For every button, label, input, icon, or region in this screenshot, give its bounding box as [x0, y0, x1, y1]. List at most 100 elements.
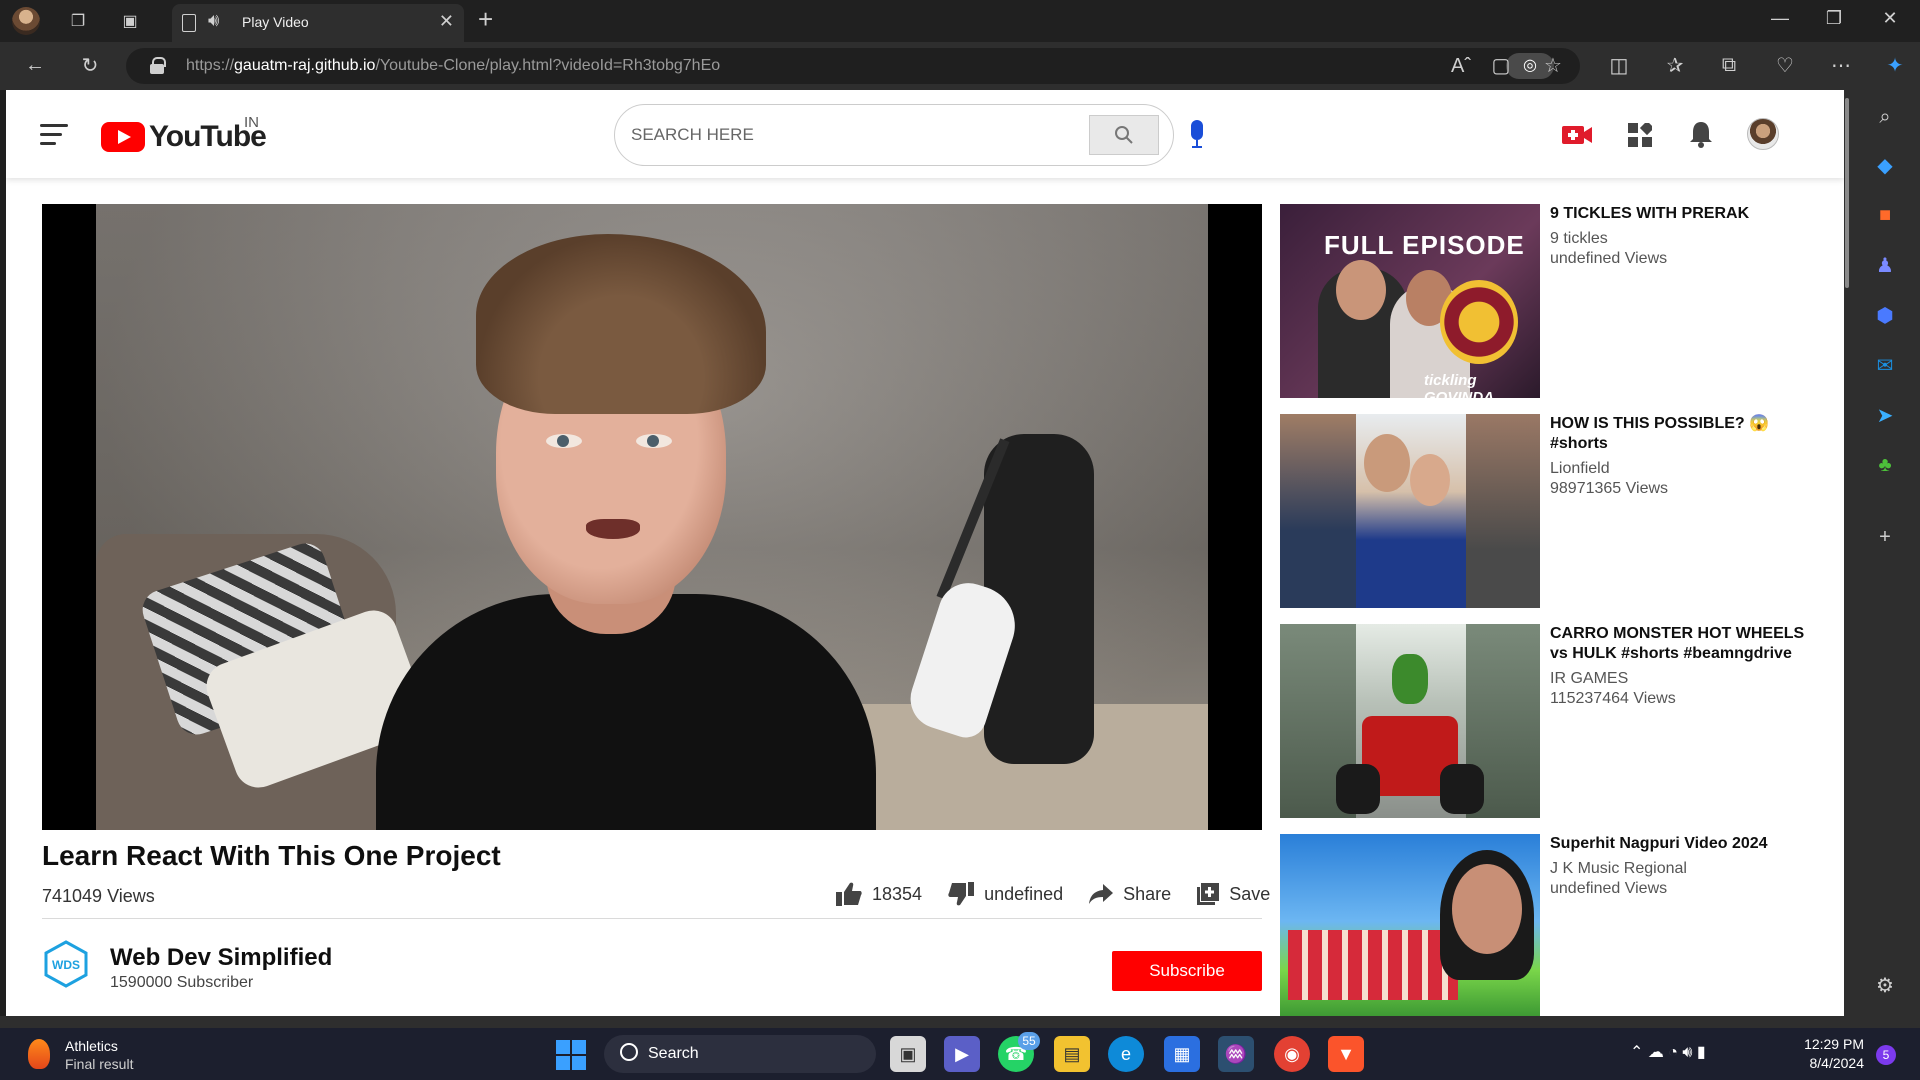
clock-date[interactable]: 8/4/2024	[1790, 1055, 1865, 1071]
tab-title: Play Video	[242, 14, 309, 30]
scrollbar-thumb[interactable]	[1845, 98, 1849, 288]
subscriber-count: 1590000 Subscriber	[110, 974, 254, 991]
refresh-icon[interactable]: ↻	[75, 50, 105, 80]
task-view-icon[interactable]: ▣	[890, 1036, 926, 1072]
app-available-icon[interactable]: ▢	[1486, 50, 1516, 80]
copilot-icon[interactable]: ✦	[1880, 50, 1910, 80]
sidebar-search-icon[interactable]: ⌕	[1870, 102, 1900, 132]
like-button[interactable]: 18354	[836, 882, 922, 906]
thumbs-down-icon	[948, 882, 975, 906]
close-window-icon[interactable]: ✕	[1870, 8, 1910, 29]
taskbar-search-label: Search	[648, 1045, 699, 1062]
recommendation-item[interactable]: FULL EPISODE tickling GOVINDA 9 TICKLES …	[1280, 204, 1840, 404]
search-button[interactable]	[1089, 115, 1159, 155]
taskbar-search[interactable]: Search	[604, 1035, 876, 1073]
new-tab-button[interactable]: +	[478, 6, 493, 32]
thumbs-up-icon	[836, 882, 862, 906]
sidebar-add-icon[interactable]: +	[1870, 522, 1900, 552]
weather-widget-icon[interactable]	[28, 1039, 50, 1069]
brave-icon[interactable]: ▼	[1328, 1036, 1364, 1072]
system-tray[interactable]: ⌃ ☁ ◔ 🔊︎ ▮	[1630, 1042, 1706, 1062]
sidebar-tree-icon[interactable]: ♣	[1870, 450, 1900, 480]
recommendation-thumbnail[interactable]	[1280, 414, 1540, 608]
subscribe-button[interactable]: Subscribe	[1112, 951, 1262, 991]
clock-time[interactable]: 12:29 PM	[1790, 1036, 1864, 1052]
recommendation-item[interactable]: HOW IS THIS POSSIBLE? 😱 #shorts Lionfiel…	[1280, 414, 1840, 614]
recommendation-title[interactable]: 9 TICKLES WITH PRERAK	[1550, 204, 1820, 224]
thumbnail-face-2	[1410, 454, 1450, 506]
more-menu-icon[interactable]: ⋯	[1826, 50, 1856, 80]
menu-icon[interactable]	[40, 124, 68, 146]
dislike-button[interactable]: undefined	[948, 882, 1063, 906]
search-icon	[620, 1043, 638, 1061]
page-icon	[182, 14, 196, 32]
create-video-icon[interactable]	[1562, 124, 1592, 146]
favorites-icon[interactable]: ✰	[1660, 50, 1690, 80]
user-avatar[interactable]	[1747, 118, 1779, 150]
notifications-bell-icon[interactable]	[1689, 120, 1713, 148]
sidebar-telegram-icon[interactable]: ➤	[1870, 400, 1900, 430]
sidebar-settings-icon[interactable]: ⚙	[1870, 970, 1900, 1000]
browser-profile-avatar[interactable]	[12, 7, 40, 35]
channel-name[interactable]: Web Dev Simplified	[110, 944, 332, 972]
window-bottom-edge	[0, 1016, 1920, 1028]
recommendation-thumbnail[interactable]	[1280, 624, 1540, 818]
chrome-icon[interactable]: ◉	[1274, 1036, 1310, 1072]
recommendation-thumbnail[interactable]: FULL EPISODE tickling GOVINDA	[1280, 204, 1540, 398]
microsoft-store-icon[interactable]: ▦	[1164, 1036, 1200, 1072]
minimize-icon[interactable]: —	[1760, 8, 1800, 29]
region-code: IN	[244, 114, 259, 131]
back-icon[interactable]: ←	[20, 50, 50, 80]
url-field[interactable]: https://gauatm-raj.github.io/Youtube-Clo…	[126, 48, 1580, 84]
tab-play-video[interactable]: 🔊︎ Play Video ✕	[172, 4, 464, 42]
recommendation-title[interactable]: CARRO MONSTER HOT WHEELS vs HULK #shorts…	[1550, 624, 1820, 664]
save-button[interactable]: Save	[1197, 883, 1270, 905]
start-button[interactable]	[556, 1040, 586, 1070]
widget-title[interactable]: Athletics	[65, 1038, 118, 1054]
search-input[interactable]	[631, 121, 1071, 149]
close-tab-icon[interactable]: ✕	[439, 11, 454, 32]
widget-subtitle: Final result	[65, 1056, 134, 1072]
restore-icon[interactable]: ❐	[1814, 8, 1854, 29]
collections-icon[interactable]: ⧉	[1714, 50, 1744, 80]
browser-essentials-icon[interactable]: ♡	[1770, 50, 1800, 80]
video-title: Learn React With This One Project	[42, 840, 501, 871]
sidebar-shopping-icon[interactable]: ◆	[1870, 150, 1900, 180]
url-text: https://gauatm-raj.github.io/Youtube-Clo…	[186, 57, 721, 74]
mysql-workbench-icon[interactable]: ♒	[1218, 1036, 1254, 1072]
notification-badge[interactable]: 5	[1876, 1045, 1896, 1065]
edge-browser-icon[interactable]: e	[1108, 1036, 1144, 1072]
youtube-header: YouTube IN	[6, 90, 1844, 178]
search-bar	[614, 104, 1174, 166]
sidebar-tools-icon[interactable]: ■	[1870, 200, 1900, 230]
video-frame[interactable]	[96, 204, 1208, 830]
browser-tab-bar: ❐ ▣ 🔊︎ Play Video ✕ + — ❐ ✕	[0, 0, 1920, 42]
share-button[interactable]: Share	[1089, 884, 1171, 905]
teams-icon[interactable]: ▶	[944, 1036, 980, 1072]
thumbnail-person-head	[1336, 260, 1386, 320]
recommendation-title[interactable]: Superhit Nagpuri Video 2024	[1550, 834, 1820, 854]
file-explorer-icon[interactable]: ▤	[1054, 1036, 1090, 1072]
recommendation-title[interactable]: HOW IS THIS POSSIBLE? 😱 #shorts	[1550, 414, 1820, 454]
recommendation-thumbnail[interactable]	[1280, 834, 1540, 1016]
favorite-star-icon[interactable]: ☆	[1538, 50, 1568, 80]
thumbnail-caption: tickling GOVINDA	[1424, 372, 1495, 398]
sidebar-games-icon[interactable]: ♟	[1870, 250, 1900, 280]
apps-grid-icon[interactable]	[1628, 123, 1652, 147]
microphone-icon[interactable]	[1190, 120, 1204, 152]
read-aloud-icon[interactable]: Aˆ	[1446, 51, 1476, 81]
recommendation-item[interactable]: CARRO MONSTER HOT WHEELS vs HULK #shorts…	[1280, 624, 1840, 824]
video-player[interactable]	[42, 204, 1262, 830]
sidebar-outlook-icon[interactable]: ✉	[1870, 350, 1900, 380]
split-screen-icon[interactable]: ◫	[1604, 50, 1634, 80]
thumbnail-face	[1452, 864, 1522, 954]
sidebar-copilot-app-icon[interactable]: ⬢	[1870, 300, 1900, 330]
workspaces-icon[interactable]: ❐	[60, 8, 96, 34]
channel-logo[interactable]: WDS	[42, 940, 90, 988]
tab-actions-icon[interactable]: ▣	[112, 8, 148, 34]
speaker-icon[interactable]: 🔊︎	[208, 10, 219, 31]
lock-icon[interactable]	[150, 57, 166, 74]
youtube-logo[interactable]: YouTube	[101, 120, 267, 154]
recommendation-item[interactable]: Superhit Nagpuri Video 2024 J K Music Re…	[1280, 834, 1840, 1016]
share-label: Share	[1123, 883, 1172, 904]
